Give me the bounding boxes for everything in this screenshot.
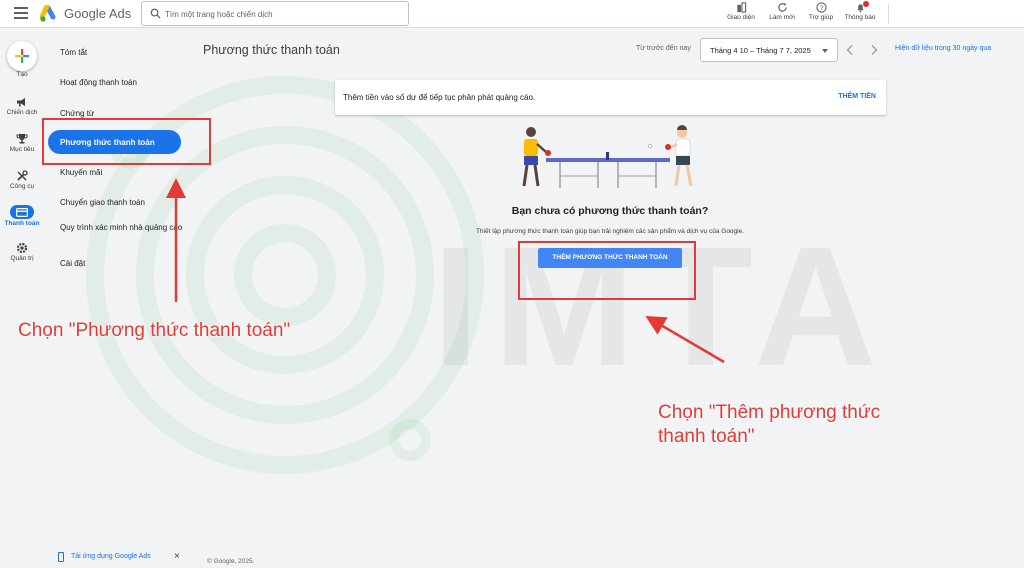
banner-message: Thêm tiền vào số dư để tiếp tục phân phá… (343, 93, 536, 102)
appearance-button[interactable]: Giao diện (722, 2, 760, 26)
annotation-add-payment-method-line2: thanh toán" (658, 426, 755, 447)
left-rail: Tạo Chiến dịch Mục tiêu Công cụ Thanh to… (0, 28, 44, 568)
notifications-button[interactable]: Thông báo (841, 1, 879, 26)
subnav-item-settings[interactable]: Cài đặt (60, 258, 185, 269)
plus-icon (15, 49, 29, 63)
notifications-label: Thông báo (844, 14, 876, 21)
hamburger-menu-icon[interactable] (14, 7, 28, 21)
subnav-item-promotions[interactable]: Khuyến mãi (60, 167, 185, 178)
svg-text:?: ? (819, 5, 823, 12)
search-box[interactable] (141, 1, 409, 26)
tools-icon (17, 170, 28, 181)
refresh-label: Làm mới (769, 14, 795, 21)
topbar-divider (888, 4, 889, 24)
gear-icon (16, 242, 28, 254)
rail-item-label: Chiến dịch (6, 109, 38, 116)
show-last-30-days-link[interactable]: Hiện dữ liệu trong 30 ngày qua (895, 45, 991, 52)
rail-item-tools[interactable]: Công cụ (0, 170, 44, 198)
rail-item-label: Thanh toán (4, 220, 40, 227)
megaphone-icon (17, 98, 25, 107)
trophy-icon (16, 134, 28, 144)
subnav-item-transactions[interactable]: Hoạt động thanh toán (60, 77, 185, 88)
rail-item-label: Quản trị (10, 255, 34, 262)
create-label: Tạo (16, 71, 28, 78)
add-funds-button[interactable]: THÊM TIỀN (838, 93, 876, 100)
notification-badge (863, 1, 869, 7)
rail-item-label: Mục tiêu (9, 146, 35, 153)
appearance-icon (736, 2, 746, 13)
help-label: Trợ giúp (808, 14, 834, 21)
subnav-item-advertiser-verification[interactable]: Quy trình xác minh nhà quảng cáo (60, 222, 185, 233)
footer-copyright: © Google, 2025. (207, 558, 255, 565)
rail-item-billing[interactable]: Thanh toán (0, 205, 44, 233)
chevron-down-icon (822, 49, 828, 53)
app-download-promo[interactable]: Tải ứng dụng Google Ads × (52, 548, 188, 566)
date-range-value: Tháng 4 10 – Tháng 7 7, 2025 (710, 46, 811, 55)
highlight-payment-methods (42, 118, 211, 165)
add-funds-banner: Thêm tiền vào số dư để tiếp tục phân phá… (335, 80, 886, 115)
annotation-add-payment-method-line1: Chọn "Thêm phương thức (658, 402, 881, 423)
credit-card-icon (10, 205, 34, 219)
appearance-label: Giao diện (727, 14, 755, 21)
empty-state-description: Thiết lập phương thức thanh toán giúp bạ… (475, 228, 745, 235)
ping-pong-illustration (522, 125, 693, 188)
search-icon (150, 8, 161, 19)
rail-item-label: Công cụ (9, 183, 35, 190)
page-title: Phương thức thanh toán (203, 43, 340, 57)
billing-subnav: Tóm tắt Hoạt động thanh toán Chứng từ Ph… (44, 28, 192, 568)
annotation-select-payment-methods: Chọn "Phương thức thanh toán" (18, 320, 291, 341)
rail-item-goals[interactable]: Mục tiêu (0, 133, 44, 161)
create-button[interactable] (7, 41, 37, 71)
close-icon[interactable]: × (174, 551, 180, 562)
chevron-left-icon[interactable] (845, 44, 855, 56)
rail-item-campaigns[interactable]: Chiến dịch (0, 96, 44, 124)
subnav-item-billing-transfer[interactable]: Chuyển giao thanh toán (60, 197, 185, 208)
date-range-select[interactable]: Tháng 4 10 – Tháng 7 7, 2025 (700, 38, 838, 62)
subnav-item-summary[interactable]: Tóm tắt (60, 47, 185, 58)
refresh-icon (777, 2, 787, 12)
top-app-bar: Google Ads Giao diện Làm mới ? Trợ giúp … (0, 0, 1024, 28)
phone-icon (58, 552, 64, 562)
date-range-preset[interactable]: Từ trước đến nay (636, 45, 691, 52)
brand-name: Google Ads (64, 6, 132, 21)
help-icon: ? (815, 2, 827, 13)
promo-text[interactable]: Tải ứng dụng Google Ads (71, 553, 151, 560)
google-ads-logo (40, 5, 56, 22)
highlight-add-payment-method (518, 241, 696, 300)
refresh-button[interactable]: Làm mới (763, 2, 801, 26)
search-input[interactable] (165, 6, 405, 22)
empty-state-title: Bạn chưa có phương thức thanh toán? (511, 205, 709, 217)
help-button[interactable]: ? Trợ giúp (802, 2, 840, 26)
rail-item-admin[interactable]: Quản trị (0, 242, 44, 270)
chevron-right-icon[interactable] (869, 44, 879, 56)
